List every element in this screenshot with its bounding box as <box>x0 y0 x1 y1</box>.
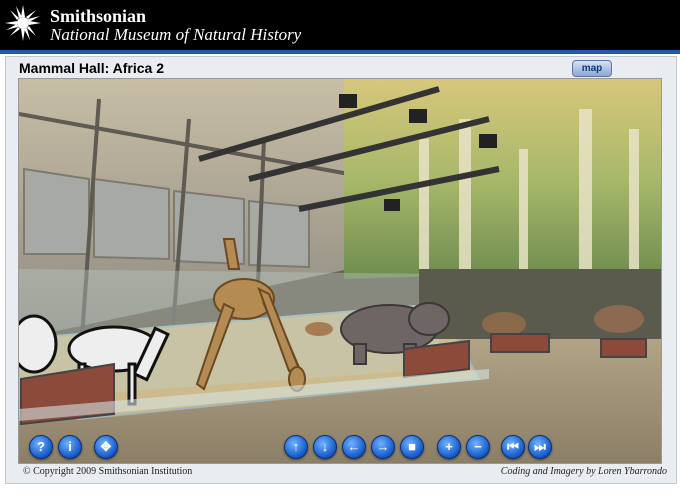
pan-up-button[interactable]: ↑ <box>284 435 308 459</box>
zoom-in-button[interactable]: + <box>437 435 461 459</box>
next-scene-button[interactable]: ⏭ <box>528 435 552 459</box>
help-button[interactable]: ? <box>29 435 53 459</box>
zoom-out-button[interactable]: − <box>466 435 490 459</box>
pan-left-button[interactable]: ← <box>342 435 366 459</box>
skip-forward-icon: ⏭ <box>534 439 546 454</box>
stop-button[interactable]: ■ <box>400 435 424 459</box>
org-name: Smithsonian <box>50 6 147 26</box>
skip-back-icon: ⏮ <box>507 439 519 454</box>
panorama-view[interactable] <box>18 78 662 464</box>
site-header: Smithsonian National Museum of Natural H… <box>0 0 680 50</box>
panorama-image[interactable] <box>19 79 661 463</box>
info-button[interactable]: i <box>58 435 82 459</box>
pan-right-button[interactable]: → <box>371 435 395 459</box>
arrow-up-icon: ↑ <box>292 439 300 454</box>
smithsonian-sun-logo-icon <box>5 5 41 41</box>
copyright-text: © Copyright 2009 Smithsonian Institution <box>23 466 193 477</box>
info-icon: i <box>68 439 72 454</box>
zoom-out-icon: − <box>474 439 482 454</box>
credit-text: Coding and Imagery by Loren Ybarrondo <box>500 466 667 477</box>
arrow-down-icon: ↓ <box>321 439 329 454</box>
fullscreen-icon: ✥ <box>100 439 112 454</box>
viewer-controls: ? i ✥ ↑ ↓ ← → ■ + − ⏮ ⏭ <box>0 435 680 461</box>
header-accent-bar <box>0 50 680 54</box>
map-button[interactable]: map <box>572 60 612 77</box>
page-title: Mammal Hall: Africa 2 <box>19 60 164 76</box>
pan-down-button[interactable]: ↓ <box>313 435 337 459</box>
fullscreen-button[interactable]: ✥ <box>94 435 118 459</box>
arrow-right-icon: → <box>376 439 390 454</box>
help-icon: ? <box>37 439 45 454</box>
stop-icon: ■ <box>408 439 416 454</box>
arrow-left-icon: ← <box>347 439 361 454</box>
museum-name: National Museum of Natural History <box>50 25 302 44</box>
previous-scene-button[interactable]: ⏮ <box>501 435 525 459</box>
zoom-in-icon: + <box>445 439 453 454</box>
